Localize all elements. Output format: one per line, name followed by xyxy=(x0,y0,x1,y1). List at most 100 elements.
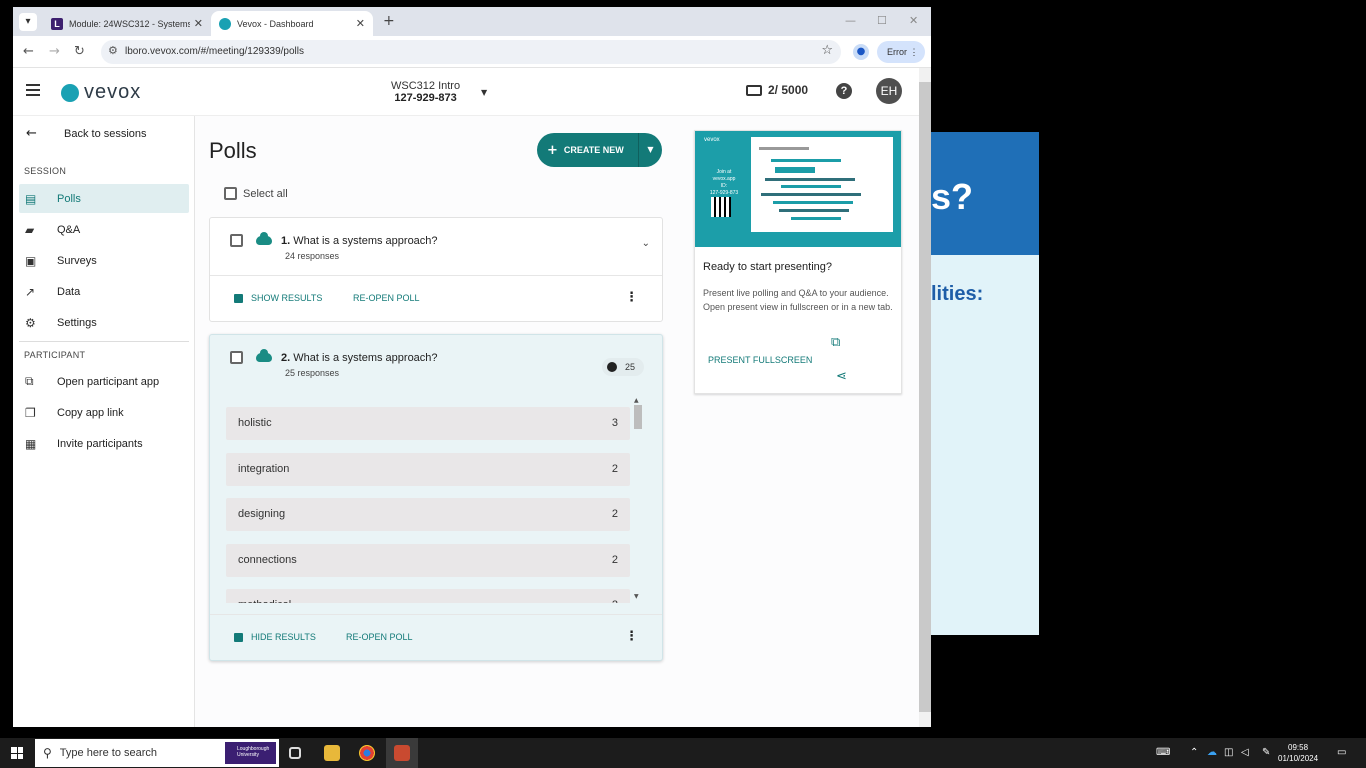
open-new-tab-icon[interactable]: ⧉ xyxy=(831,335,840,350)
maximize-icon[interactable]: ☐ xyxy=(877,14,887,27)
profile-icon[interactable]: ● xyxy=(853,44,869,60)
select-all-checkbox[interactable]: Select all xyxy=(224,187,288,200)
forward-arrow-icon[interactable]: → xyxy=(49,44,60,59)
back-to-sessions-link[interactable]: ← Back to sessions xyxy=(26,126,147,141)
poll-header[interactable]: 2. What is a systems approach? 25 respon… xyxy=(230,349,650,381)
taskbar-clock[interactable]: 09:58 01/10/2024 xyxy=(1278,742,1318,764)
presentation-preview[interactable]: vevox Join at vevox.app ID: 127-929-873 xyxy=(695,131,901,247)
present-fullscreen-button[interactable]: PRESENT FULLSCREEN xyxy=(708,355,812,365)
tab-vevox-dashboard[interactable]: Vevox - Dashboard ✕ xyxy=(211,11,373,36)
results-scrollbar[interactable]: ▲ ▼ xyxy=(634,397,642,600)
session-name: WSC312 Intro xyxy=(391,80,461,92)
chevron-down-icon[interactable]: ⌄ xyxy=(642,238,650,249)
task-view-icon[interactable] xyxy=(289,747,301,759)
scroll-down-icon[interactable]: ▼ xyxy=(634,593,639,600)
sidebar-item-copy-app-link[interactable]: ❐ Copy app link xyxy=(19,398,189,427)
devices-icon xyxy=(746,84,762,96)
result-row: methodical 2 xyxy=(226,589,630,603)
site-info-icon[interactable]: ⚙ xyxy=(108,44,118,57)
participant-capacity[interactable]: 2/ 5000 xyxy=(746,83,808,97)
poll-card[interactable]: 1. What is a systems approach? 24 respon… xyxy=(209,217,663,322)
menu-icon[interactable] xyxy=(26,84,40,99)
poll-checkbox[interactable] xyxy=(230,351,243,364)
create-options-dropdown-icon[interactable]: ▼ xyxy=(638,133,662,167)
sidebar-item-surveys[interactable]: ▣ Surveys xyxy=(19,246,189,275)
taskbar-search-box[interactable]: ⚲ Type here to search Loughborough Unive… xyxy=(35,739,279,767)
session-selector[interactable]: WSC312 Intro 127-929-873 xyxy=(391,80,460,104)
preview-logo: vevox xyxy=(704,137,720,143)
vevox-logo[interactable]: vevox xyxy=(61,81,141,104)
onedrive-icon[interactable]: ☁ xyxy=(1207,747,1217,758)
session-dropdown-icon[interactable]: ▼ xyxy=(481,88,487,97)
browser-window: ▾ L Module: 24WSC312 - Systems I ✕ Vevox… xyxy=(13,7,931,727)
more-options-icon[interactable]: ⋮ xyxy=(625,629,638,644)
word-cloud-preview xyxy=(751,137,893,232)
sidebar-item-settings[interactable]: ⚙ Settings xyxy=(19,308,189,337)
sidebar-item-qa[interactable]: ▰ Q&A xyxy=(19,215,189,244)
chrome-icon[interactable] xyxy=(359,745,375,761)
pen-icon[interactable]: ✎ xyxy=(1262,747,1270,758)
poll-card[interactable]: 2. What is a systems approach? 25 respon… xyxy=(209,334,663,661)
windows-start-icon[interactable] xyxy=(11,747,23,759)
user-avatar[interactable]: EH xyxy=(876,78,902,104)
session-code: 127-929-873 xyxy=(394,92,457,104)
network-icon[interactable]: ◫ xyxy=(1224,747,1233,758)
poll-header[interactable]: 1. What is a systems approach? 24 respon… xyxy=(230,232,650,264)
poll-question: 2. What is a systems approach? xyxy=(281,352,438,364)
result-row: connections 2 xyxy=(226,543,630,577)
new-tab-icon[interactable]: + xyxy=(383,13,395,29)
back-arrow-icon[interactable]: ← xyxy=(23,44,34,59)
bookmark-star-icon[interactable]: ☆ xyxy=(821,43,833,58)
create-new-button[interactable]: + CREATE NEW ▼ xyxy=(537,133,662,167)
bar-chart-icon xyxy=(234,632,243,642)
result-row: holistic 3 xyxy=(226,407,630,440)
sidebar-item-polls[interactable]: ▤ Polls xyxy=(19,184,189,213)
more-options-icon[interactable]: ⋮ xyxy=(625,290,638,305)
sidebar-item-invite-participants[interactable]: ▦ Invite participants xyxy=(19,429,189,458)
vevox-logo-mark xyxy=(61,83,79,102)
sidebar-item-data[interactable]: ↗ Data xyxy=(19,277,189,306)
poll-number: 1. xyxy=(281,235,291,247)
close-tab-icon[interactable]: ✕ xyxy=(194,17,203,30)
poll-actions: HIDE RESULTS RE-OPEN POLL ⋮ xyxy=(210,614,662,660)
tab-module[interactable]: L Module: 24WSC312 - Systems I ✕ xyxy=(43,11,211,36)
scrollbar-thumb[interactable] xyxy=(634,405,642,429)
session-section-label: SESSION xyxy=(24,166,67,176)
close-window-icon[interactable]: ✕ xyxy=(909,14,918,27)
sidebar-item-label: Copy app link xyxy=(57,406,124,419)
preview-join-info: Join at vevox.app ID: 127-929-873 xyxy=(705,169,743,197)
participant-icon xyxy=(607,362,617,372)
show-results-button[interactable]: SHOW RESULTS xyxy=(234,293,322,303)
poll-checkbox[interactable] xyxy=(230,234,243,247)
open-external-icon: ⧉ xyxy=(25,374,34,388)
url-text[interactable]: lboro.vevox.com/#/meeting/129339/polls xyxy=(125,46,304,57)
result-count: 2 xyxy=(612,599,618,603)
result-count: 2 xyxy=(611,553,618,566)
checkbox[interactable] xyxy=(224,187,237,200)
action-label: SHOW RESULTS xyxy=(251,293,323,303)
file-explorer-icon[interactable] xyxy=(324,745,340,761)
page-title: Polls xyxy=(209,138,257,163)
error-menu-button[interactable]: Error ⋮ xyxy=(877,41,925,63)
scrollbar-thumb[interactable] xyxy=(919,82,931,712)
university-badge[interactable]: Loughborough University xyxy=(225,742,276,764)
sidebar-item-open-participant-app[interactable]: ⧉ Open participant app xyxy=(19,367,189,396)
volume-muted-icon[interactable]: ◁ xyxy=(1241,747,1249,758)
keyboard-icon[interactable]: ⌨ xyxy=(1156,747,1170,758)
poll-results-list[interactable]: holistic 3 integration 2 designing 2 connec… xyxy=(226,407,644,603)
sidebar-item-label: Invite participants xyxy=(57,437,143,450)
page-scrollbar[interactable] xyxy=(919,68,931,727)
show-hidden-icons-icon[interactable]: ⌃ xyxy=(1190,747,1198,758)
hide-results-button[interactable]: HIDE RESULTS xyxy=(234,632,316,642)
notifications-icon[interactable]: ▭ xyxy=(1337,747,1346,758)
reopen-poll-button[interactable]: RE-OPEN POLL xyxy=(346,632,413,642)
reopen-poll-button[interactable]: RE-OPEN POLL xyxy=(353,293,420,303)
reload-icon[interactable]: ↻ xyxy=(74,44,85,59)
help-icon[interactable]: ? xyxy=(836,83,852,99)
tab-search-dropdown[interactable]: ▾ xyxy=(19,13,37,31)
close-tab-icon[interactable]: ✕ xyxy=(356,17,365,30)
minimize-icon[interactable]: — xyxy=(845,14,856,27)
scroll-up-icon[interactable]: ▲ xyxy=(634,397,639,404)
url-bar[interactable]: ⚙ lboro.vevox.com/#/meeting/129339/polls… xyxy=(101,40,841,64)
share-icon[interactable]: ⋖ xyxy=(836,369,847,384)
